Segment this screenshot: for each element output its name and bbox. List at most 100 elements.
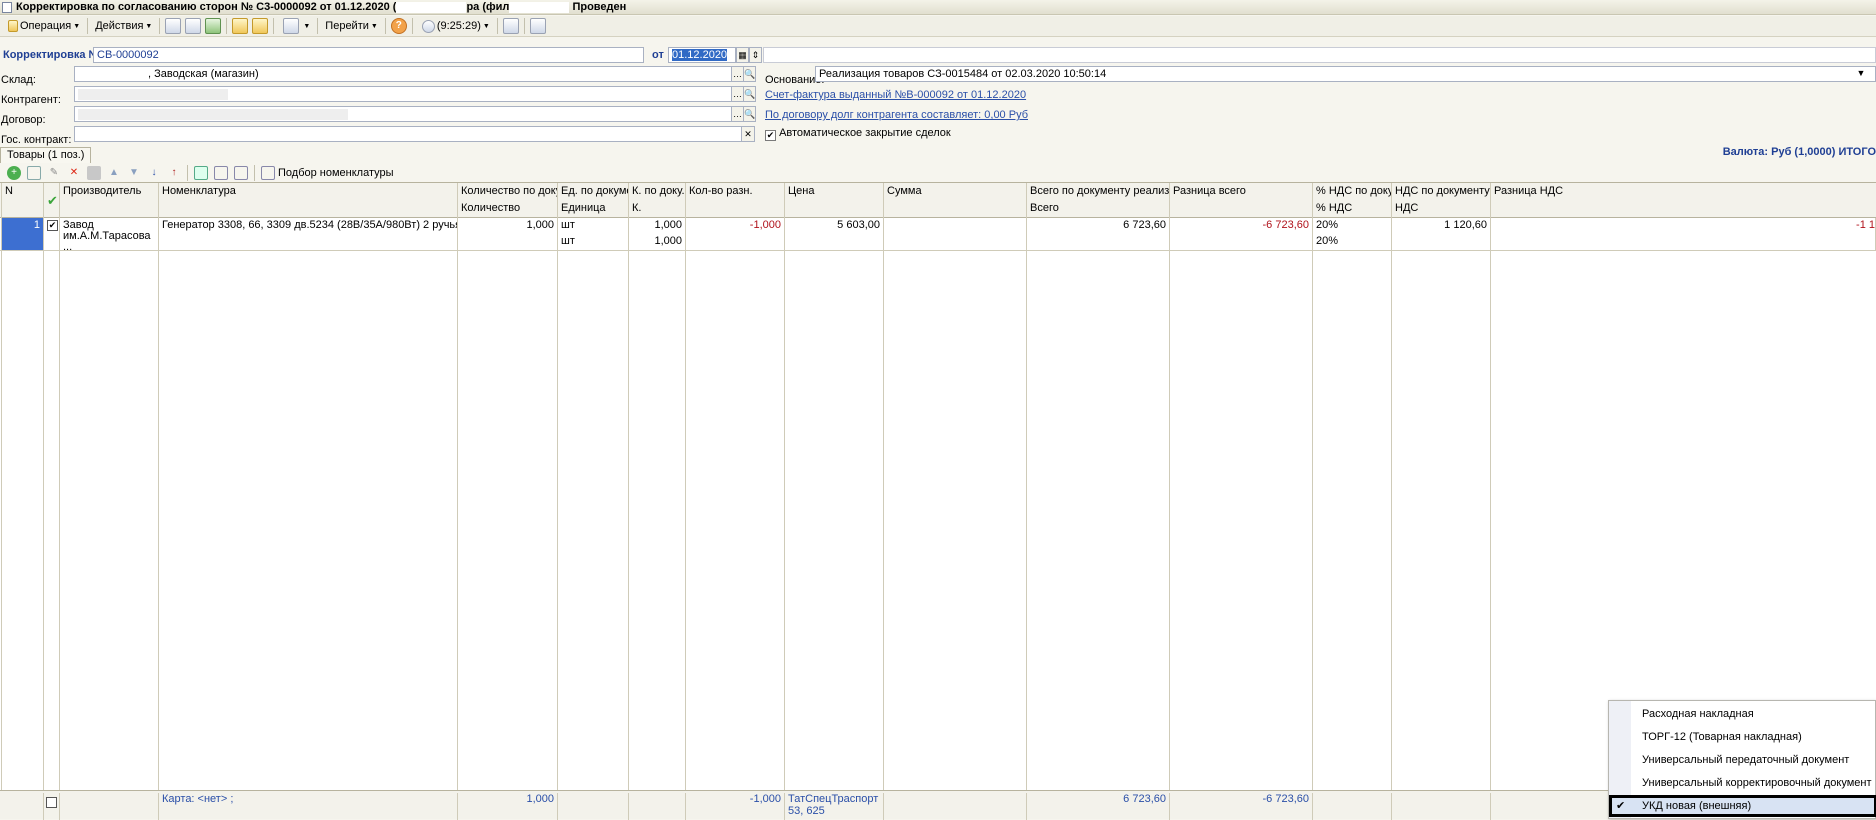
- row-vat-diff[interactable]: -1 1: [1491, 218, 1876, 250]
- movements-icon[interactable]: [529, 18, 546, 34]
- move-up-icon[interactable]: ▲: [107, 166, 121, 180]
- column-header[interactable]: Разница НДС: [1491, 184, 1876, 201]
- column-header[interactable]: Производитель: [60, 184, 159, 201]
- row-qty-doc[interactable]: 1,000: [458, 218, 558, 234]
- column-header[interactable]: НДС по документу ре...: [1392, 184, 1491, 201]
- row-unit[interactable]: шт: [558, 234, 629, 250]
- column-header[interactable]: Кол-во разн.: [686, 184, 785, 201]
- column-subheader[interactable]: Единица: [558, 201, 629, 218]
- column-subheader[interactable]: [2, 201, 44, 218]
- row-checkbox[interactable]: ✔: [44, 218, 60, 250]
- column-header[interactable]: Количество по доку...: [458, 184, 558, 201]
- column-subheader[interactable]: [1491, 201, 1876, 218]
- print-menu-item[interactable]: ✔ УКД новая (внешняя): [1609, 795, 1876, 817]
- row-number[interactable]: 1: [2, 218, 44, 250]
- column-subheader[interactable]: НДС: [1392, 201, 1491, 218]
- tab-goods[interactable]: Товары (1 поз.): [0, 147, 92, 163]
- column-header[interactable]: Номенклатура: [159, 184, 458, 201]
- edit-row-icon[interactable]: ✎: [47, 166, 61, 180]
- comment-field[interactable]: [763, 47, 1876, 63]
- column-header[interactable]: Ед. по докуме...: [558, 184, 629, 201]
- print-menu-item[interactable]: Универсальный передаточный документ: [1609, 749, 1876, 771]
- fill-quantity-icon[interactable]: [214, 166, 228, 180]
- row-sum[interactable]: [884, 218, 1027, 250]
- sort-asc-icon[interactable]: ↓: [147, 166, 161, 180]
- calendar-icon[interactable]: ▦: [736, 47, 749, 63]
- end-edit-icon[interactable]: [87, 166, 101, 180]
- dropdown-arrow-icon[interactable]: ▼: [1854, 66, 1868, 82]
- print-menu-item[interactable]: Расходная накладная: [1609, 703, 1876, 725]
- row-total[interactable]: [1027, 234, 1170, 250]
- column-subheader[interactable]: Всего: [1027, 201, 1170, 218]
- column-subheader[interactable]: [1170, 201, 1313, 218]
- row-qty[interactable]: [458, 234, 558, 250]
- row-unit-doc[interactable]: шт: [558, 218, 629, 234]
- doc-number-field[interactable]: СВ-0000092: [93, 47, 644, 63]
- row-qty-diff[interactable]: -1,000: [686, 218, 785, 250]
- print-menu-item[interactable]: Универсальный корректировочный документ: [1609, 772, 1876, 794]
- column-header[interactable]: Сумма: [884, 184, 1027, 201]
- date-field[interactable]: 01.12.2020: [668, 47, 736, 63]
- post-icon[interactable]: [185, 18, 202, 34]
- open-icon[interactable]: 🔍: [743, 106, 756, 122]
- row-k[interactable]: 1,000: [629, 234, 686, 250]
- row-k-doc[interactable]: 1,000: [629, 218, 686, 234]
- copy-row-icon[interactable]: [27, 166, 41, 180]
- gov-contract-field[interactable]: [74, 126, 742, 142]
- column-header[interactable]: К. по доку...: [629, 184, 686, 201]
- column-subheader[interactable]: % НДС: [1313, 201, 1392, 218]
- open-icon[interactable]: 🔍: [743, 86, 756, 102]
- help-icon[interactable]: ?: [390, 18, 407, 34]
- column-subheader[interactable]: [884, 201, 1027, 218]
- pick-items-button[interactable]: Подбор номенклатуры: [278, 167, 394, 179]
- debt-link[interactable]: По договору долг контрагента составляет:…: [765, 109, 1028, 121]
- row-price[interactable]: 5 603,00: [785, 218, 884, 250]
- fill-icon[interactable]: [194, 166, 208, 180]
- operation-menu-button[interactable]: Операция ▼: [2, 17, 84, 35]
- refresh-icon[interactable]: [205, 18, 222, 34]
- row-nomenclature[interactable]: Генератор 3308, 66, 3309 дв.5234 (28В/35…: [159, 218, 458, 250]
- warehouse-field[interactable]: , Заводская (магазин): [74, 66, 732, 82]
- auto-close-checkbox[interactable]: ✔ Автоматическое закрытие сделок: [765, 127, 951, 141]
- print-menu-item[interactable]: ТОРГ-12 (Товарная накладная): [1609, 726, 1876, 748]
- counterparty-field[interactable]: [74, 86, 732, 102]
- column-divider: [43, 183, 44, 819]
- column-header[interactable]: Всего по документу реализац...: [1027, 184, 1170, 201]
- column-header[interactable]: Разница всего: [1170, 184, 1313, 201]
- column-header[interactable]: % НДС по доку...: [1313, 184, 1392, 201]
- row-vat-sum-doc[interactable]: 1 120,60: [1392, 218, 1491, 234]
- column-header[interactable]: N: [2, 184, 44, 201]
- based-on-icon[interactable]: [252, 18, 269, 34]
- row-vat[interactable]: 20%: [1313, 234, 1392, 250]
- barcode-icon[interactable]: [234, 166, 248, 180]
- row-total-doc[interactable]: 6 723,60: [1027, 218, 1170, 234]
- row-vat-sum[interactable]: [1392, 234, 1491, 250]
- add-row-icon[interactable]: +: [7, 166, 21, 180]
- row-diff-total[interactable]: -6 723,60: [1170, 218, 1313, 250]
- row-manufacturer[interactable]: Завод им.А.М.Тарасова ...: [60, 218, 159, 250]
- column-subheader[interactable]: [60, 201, 159, 218]
- save-icon[interactable]: [165, 18, 182, 34]
- invoice-link[interactable]: Счет-фактура выданный №В-000092 от 01.12…: [765, 89, 1026, 101]
- column-header[interactable]: Цена: [785, 184, 884, 201]
- print-menu-button[interactable]: ▼: [277, 17, 314, 35]
- column-subheader[interactable]: [686, 201, 785, 218]
- row-vat-doc[interactable]: 20%: [1313, 218, 1392, 234]
- move-down-icon[interactable]: ▼: [127, 166, 141, 180]
- contract-field[interactable]: [74, 106, 732, 122]
- goto-menu-button[interactable]: Перейти ▼: [321, 17, 382, 35]
- document-time-button[interactable]: (9:25:29) ▼: [416, 17, 494, 35]
- open-icon[interactable]: 🔍: [743, 66, 756, 82]
- column-subheader[interactable]: [159, 201, 458, 218]
- spin-icon[interactable]: ⇕: [749, 47, 762, 63]
- actions-menu-button[interactable]: Действия ▼: [91, 17, 156, 35]
- column-subheader[interactable]: К.: [629, 201, 686, 218]
- basis-field[interactable]: Реализация товаров СЗ-0015484 от 02.03.2…: [815, 66, 1876, 82]
- delete-row-icon[interactable]: ✕: [67, 166, 81, 180]
- clear-icon[interactable]: ✕: [741, 126, 755, 142]
- column-subheader[interactable]: Количество: [458, 201, 558, 218]
- copy-document-icon[interactable]: [232, 18, 249, 34]
- column-subheader[interactable]: [785, 201, 884, 218]
- sort-desc-icon[interactable]: ↑: [167, 166, 181, 180]
- structure-icon[interactable]: [502, 18, 519, 34]
